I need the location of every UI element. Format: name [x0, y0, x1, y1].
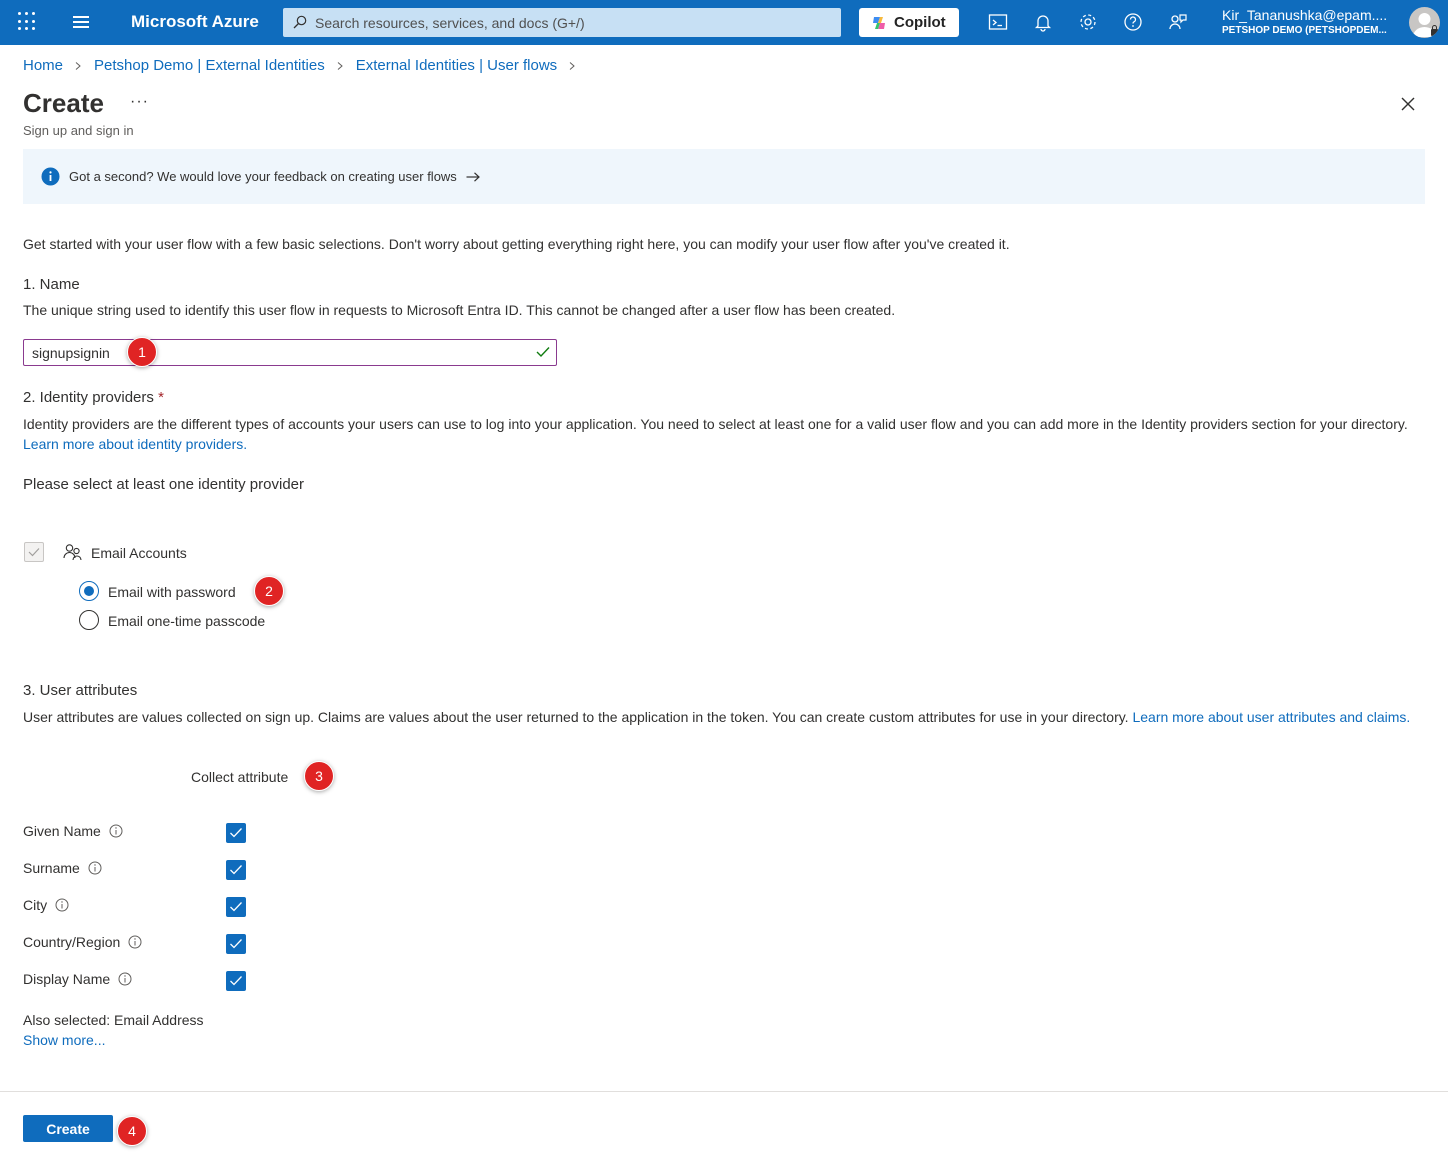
city-checkbox[interactable] — [226, 897, 246, 917]
search-icon — [293, 15, 307, 29]
attribute-label: Given Name — [23, 823, 101, 839]
global-search[interactable] — [283, 8, 841, 37]
name-heading: 1. Name — [23, 276, 80, 293]
radio-email-with-password[interactable] — [79, 581, 99, 601]
collect-attribute-header: Collect attribute — [191, 769, 289, 785]
attribute-label: Display Name — [23, 971, 111, 987]
breadcrumb-home[interactable]: Home — [23, 57, 63, 74]
step-marker-3: 3 — [304, 761, 334, 791]
attribute-row-display-name: Display Name — [23, 971, 132, 987]
chevron-right-icon — [75, 61, 81, 70]
help-icon[interactable] — [1123, 12, 1143, 32]
user-email: Kir_Tananushka@epam.... — [1222, 7, 1388, 23]
settings-gear-icon[interactable] — [1078, 12, 1098, 32]
radio-email-one-time-passcode[interactable] — [79, 610, 99, 630]
learn-more-attributes-link-2[interactable]: claims. — [1367, 709, 1411, 725]
info-icon — [41, 167, 60, 186]
chevron-right-icon — [337, 61, 343, 70]
learn-more-attributes-link-1[interactable]: Learn more about user attributes and — [1132, 709, 1362, 725]
attribute-row-city: City — [23, 897, 69, 913]
create-button[interactable]: Create — [23, 1115, 113, 1142]
info-circle-icon[interactable] — [55, 898, 69, 912]
breadcrumb-user-flows[interactable]: External Identities | User flows — [356, 57, 557, 74]
search-input[interactable] — [315, 8, 835, 37]
email-with-password-label[interactable]: Email with password — [108, 582, 236, 602]
feedback-banner[interactable]: Got a second? We would love your feedbac… — [23, 149, 1425, 204]
attribute-label: Surname — [23, 860, 80, 876]
account-menu[interactable]: Kir_Tananushka@epam.... PETSHOP DEMO (PE… — [1222, 7, 1402, 36]
copilot-button[interactable]: Copilot — [859, 8, 959, 37]
brand-title[interactable]: Microsoft Azure — [131, 12, 259, 32]
surname-checkbox[interactable] — [226, 860, 246, 880]
more-options-icon[interactable]: ··· — [130, 93, 149, 111]
portal-menu-icon[interactable] — [73, 16, 89, 28]
checkmark-icon — [230, 976, 242, 986]
idp-heading: 2. Identity providers * — [23, 388, 164, 408]
breadcrumb-external-identities[interactable]: Petshop Demo | External Identities — [94, 57, 325, 74]
learn-more-attributes-link[interactable]: Learn more about user attributes and cla… — [1132, 709, 1410, 725]
info-circle-icon[interactable] — [88, 861, 102, 875]
name-description: The unique string used to identify this … — [23, 302, 896, 318]
info-circle-icon[interactable] — [118, 972, 132, 986]
info-circle-icon[interactable] — [109, 824, 123, 838]
avatar[interactable] — [1409, 7, 1440, 38]
users-icon — [63, 544, 82, 561]
feedback-icon[interactable] — [1168, 12, 1188, 32]
idp-description: Identity providers are the different typ… — [23, 414, 1423, 454]
page-title: Create — [23, 88, 104, 118]
page-subtitle: Sign up and sign in — [23, 123, 134, 138]
attr-description: User attributes are values collected on … — [23, 707, 1428, 727]
copilot-icon — [873, 16, 885, 29]
user-avatar-icon — [1413, 13, 1438, 37]
step-marker-1: 1 — [127, 337, 157, 367]
checkmark-icon — [28, 548, 40, 557]
attribute-row-given-name: Given Name — [23, 823, 123, 839]
step-marker-4: 4 — [117, 1116, 147, 1146]
attribute-label: Country/Region — [23, 934, 121, 950]
valid-check-icon — [536, 347, 550, 358]
attr-description-text: User attributes are values collected on … — [23, 709, 1129, 725]
intro-text: Get started with your user flow with a f… — [23, 236, 1010, 252]
chevron-right-icon — [569, 61, 575, 70]
breadcrumb: Home Petshop Demo | External Identities … — [23, 57, 588, 74]
display-name-checkbox[interactable] — [226, 971, 246, 991]
arrow-right-icon — [466, 171, 480, 182]
idp-heading-text: 2. Identity providers — [23, 389, 154, 406]
name-field[interactable] — [23, 339, 557, 366]
idp-description-text: Identity providers are the different typ… — [23, 416, 1408, 432]
checkmark-icon — [230, 865, 242, 875]
app-launcher-icon[interactable] — [18, 12, 38, 32]
cloud-shell-icon[interactable] — [988, 12, 1008, 32]
checkmark-icon — [230, 902, 242, 912]
copilot-label: Copilot — [894, 14, 946, 31]
country-region-checkbox[interactable] — [226, 934, 246, 954]
also-selected-text: Also selected: Email Address — [23, 1012, 204, 1028]
user-tenant: PETSHOP DEMO (PETSHOPDEM... — [1222, 25, 1387, 36]
checkmark-icon — [230, 828, 242, 838]
required-mark: * — [158, 389, 164, 406]
attr-heading: 3. User attributes — [23, 682, 138, 699]
close-icon[interactable] — [1400, 96, 1416, 112]
idp-prompt: Please select at least one identity prov… — [23, 476, 304, 493]
learn-more-idp-link[interactable]: Learn more about identity providers. — [23, 436, 247, 452]
checkmark-icon — [230, 939, 242, 949]
top-bar: Microsoft Azure Copilot — [0, 0, 1448, 45]
email-accounts-checkbox — [24, 542, 44, 562]
notifications-icon[interactable] — [1033, 12, 1053, 32]
attribute-row-surname: Surname — [23, 860, 102, 876]
info-circle-icon[interactable] — [128, 935, 142, 949]
given-name-checkbox[interactable] — [226, 823, 246, 843]
name-input[interactable] — [32, 340, 512, 365]
attribute-row-country-region: Country/Region — [23, 934, 142, 950]
attribute-label: City — [23, 897, 48, 913]
email-otp-label[interactable]: Email one-time passcode — [108, 611, 265, 631]
email-accounts-label: Email Accounts — [91, 545, 187, 561]
step-marker-2: 2 — [254, 576, 284, 606]
footer-divider — [0, 1091, 1448, 1092]
show-more-link[interactable]: Show more... — [23, 1030, 105, 1050]
feedback-text: Got a second? We would love your feedbac… — [69, 169, 457, 184]
